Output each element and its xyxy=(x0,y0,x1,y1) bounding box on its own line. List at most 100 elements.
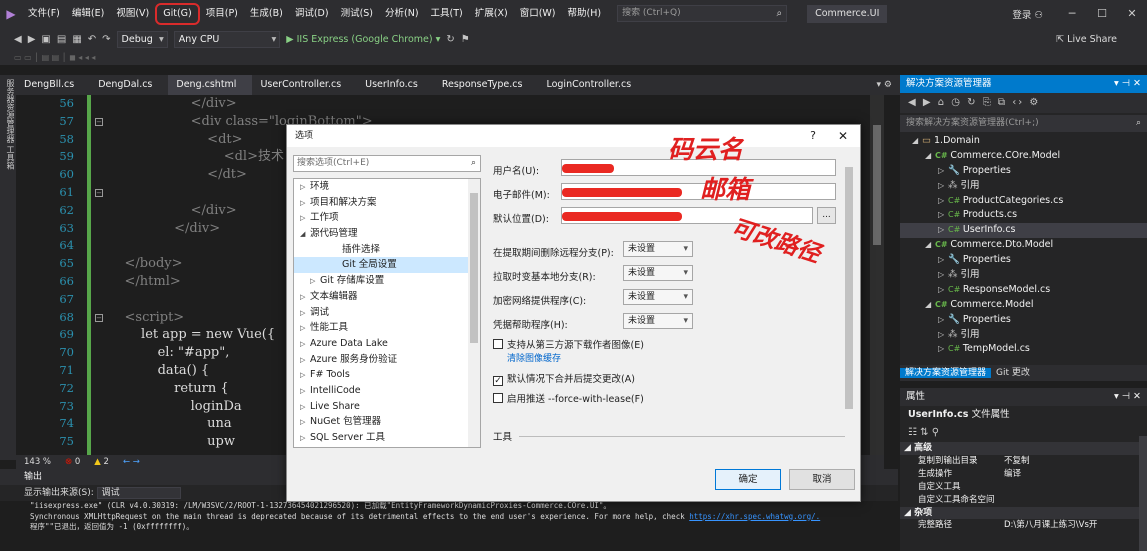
redo-icon[interactable]: ↷ xyxy=(102,34,110,45)
menu-item[interactable]: 调试(D) xyxy=(289,0,335,27)
refresh-icon[interactable]: ↻ xyxy=(446,34,454,45)
properties-object[interactable]: UserInfo.cs 文件属性 xyxy=(900,406,1147,424)
property-value[interactable] xyxy=(1000,481,1147,494)
expand-arrow-icon[interactable]: ▷ xyxy=(938,194,948,209)
options-tree-item[interactable]: ▷ 文本编辑器 xyxy=(294,289,480,305)
nav-arrows-icon[interactable]: ← → xyxy=(123,457,140,467)
fold-toggle-icon[interactable]: − xyxy=(95,313,103,322)
checkbox-force-with-lease[interactable]: 启用推送 --force-with-lease(F) xyxy=(493,391,644,405)
expand-arrow-icon[interactable]: ▷ xyxy=(300,431,310,447)
options-tree-item[interactable]: ◢ 源代码管理 xyxy=(294,226,480,242)
expand-arrow-icon[interactable]: ▷ xyxy=(300,180,310,196)
options-tree-item[interactable]: ▷ 性能工具 xyxy=(294,320,480,336)
checkbox-icon[interactable] xyxy=(493,339,503,349)
tree-item[interactable]: ▷ C# Products.cs xyxy=(900,208,1147,223)
property-value[interactable]: D:\第八月课上练习\Vs开 xyxy=(1000,519,1147,532)
tree-item[interactable]: ▷ 🔧 Properties xyxy=(900,253,1147,268)
help-button[interactable]: ? xyxy=(810,125,816,147)
left-tool-strip[interactable]: 服务器资源管理器 工具箱 xyxy=(0,75,16,460)
close-icon[interactable]: ✕ xyxy=(838,125,848,147)
menu-item[interactable]: 帮助(H) xyxy=(562,0,608,27)
code-line[interactable]: </div> xyxy=(108,95,884,113)
menu-item[interactable]: 窗口(W) xyxy=(514,0,562,27)
property-value[interactable]: 不复制 xyxy=(1000,455,1147,468)
options-search-input[interactable]: 搜索选项(Ctrl+E) ⌕ xyxy=(293,155,481,172)
expand-arrow-icon[interactable]: ▷ xyxy=(300,368,310,384)
menu-item[interactable]: 生成(B) xyxy=(244,0,289,27)
options-tree-item[interactable]: ▷ SQL Server 工具 xyxy=(294,430,480,446)
select-dropdown[interactable]: 未设置 xyxy=(623,313,693,329)
tree-item[interactable]: ▷ 🔧 Properties xyxy=(900,313,1147,328)
expand-arrow-icon[interactable]: ▷ xyxy=(300,384,310,400)
checkbox-icon[interactable] xyxy=(493,393,503,403)
property-row[interactable]: 完整路径 D:\第八月课上练习\Vs开 xyxy=(900,519,1147,532)
expand-arrow-icon[interactable]: ▷ xyxy=(300,306,310,322)
open-icon[interactable]: ▤ xyxy=(57,34,66,45)
expand-arrow-icon[interactable]: ◢ xyxy=(912,134,922,149)
expand-arrow-icon[interactable]: ◢ xyxy=(300,227,310,243)
menu-item[interactable]: 项目(P) xyxy=(200,0,244,27)
tree-item[interactable]: ◢ C# Commerce.Model xyxy=(900,298,1147,313)
live-share-button[interactable]: ⇱ Live Share xyxy=(1056,34,1147,45)
tree-item[interactable]: ▷ C# TempModel.cs xyxy=(900,342,1147,357)
property-value[interactable] xyxy=(1000,494,1147,507)
expand-arrow-icon[interactable]: ▷ xyxy=(300,337,310,353)
checkbox-icon[interactable]: ✓ xyxy=(493,376,503,386)
clear-cache-link[interactable]: 清除图像缓存 xyxy=(507,351,561,364)
tree-item[interactable]: ◢ C# Commerce.Dto.Model xyxy=(900,238,1147,253)
expand-arrow-icon[interactable]: ▷ xyxy=(938,208,948,223)
property-row[interactable]: 自定义工具 xyxy=(900,481,1147,494)
tree-item[interactable]: ▷ C# UserInfo.cs xyxy=(900,223,1147,239)
run-button[interactable]: ▶ IIS Express (Google Chrome) ▾ xyxy=(286,34,440,45)
undo-icon[interactable]: ↶ xyxy=(88,34,96,45)
checkbox-commit-after-merge[interactable]: ✓ 默认情况下合并后提交更改(A) xyxy=(493,371,635,386)
tab-solution-explorer[interactable]: 解决方案资源管理器 xyxy=(900,368,992,378)
solution-toolbar[interactable]: ◀ ▶ ⌂ ◷ ↻ ⎘ ⧉ ‹› ⚙ xyxy=(900,93,1147,113)
tree-item[interactable]: ▷ C# ProductCategories.cs xyxy=(900,194,1147,209)
save-all-icon[interactable]: ▦ xyxy=(72,34,81,45)
expand-arrow-icon[interactable]: ▷ xyxy=(300,321,310,337)
property-row[interactable]: 自定义工具命名空间 xyxy=(900,494,1147,507)
close-window-icon[interactable]: ✕ xyxy=(1117,7,1147,20)
expand-arrow-icon[interactable]: ◢ xyxy=(925,298,935,313)
options-tree-item[interactable]: ▷ NuGet 包管理器 xyxy=(294,414,480,430)
new-project-icon[interactable]: ▣ xyxy=(41,34,50,45)
tab-0[interactable]: DengBll.cs xyxy=(16,75,90,95)
editor-scrollbar[interactable] xyxy=(870,95,884,455)
zoom-level[interactable]: 143 % xyxy=(24,457,51,467)
settings-scrollbar[interactable] xyxy=(843,153,855,409)
menu-item[interactable]: 视图(V) xyxy=(110,0,155,27)
tab-6[interactable]: LoginController.cs xyxy=(538,75,647,95)
expand-arrow-icon[interactable]: ▷ xyxy=(300,415,310,431)
forward-icon[interactable]: ▶ xyxy=(28,34,36,45)
ok-button[interactable]: 确定 xyxy=(715,469,781,490)
menu-item[interactable]: 文件(F) xyxy=(22,0,66,27)
tree-item[interactable]: ◢ ▭ 1.Domain xyxy=(900,134,1147,149)
error-count[interactable]: ⊗ 0 xyxy=(65,457,80,467)
menu-item[interactable]: 编辑(E) xyxy=(66,0,110,27)
options-tree-item[interactable]: 插件选择 xyxy=(294,242,480,258)
expand-arrow-icon[interactable]: ▷ xyxy=(938,328,948,343)
cancel-button[interactable]: 取消 xyxy=(789,469,855,490)
tree-item[interactable]: ◢ C# Commerce.COre.Model xyxy=(900,149,1147,164)
solution-search-input[interactable]: 搜索解决方案资源管理器(Ctrl+;) ⌕ xyxy=(900,115,1147,132)
tab-git-changes[interactable]: Git 更改 xyxy=(991,368,1035,378)
expand-arrow-icon[interactable]: ◢ xyxy=(925,238,935,253)
vs-logo-icon[interactable]: ▶ xyxy=(0,0,22,27)
options-tree-item[interactable]: Git 全局设置 xyxy=(294,257,480,274)
property-row[interactable]: 生成操作 编译 xyxy=(900,468,1147,481)
menu-item[interactable]: 测试(S) xyxy=(335,0,379,27)
options-tree-item[interactable]: ▷ Azure 服务身份验证 xyxy=(294,352,480,368)
expand-arrow-icon[interactable]: ▷ xyxy=(300,290,310,306)
options-tree-item[interactable]: ▷ 工作项 xyxy=(294,210,480,226)
tab-1[interactable]: DengDal.cs xyxy=(90,75,168,95)
menu-item[interactable]: 分析(N) xyxy=(379,0,425,27)
output-source-dropdown[interactable]: 调试 xyxy=(96,487,181,499)
properties-category[interactable]: ◢ 高级 xyxy=(900,442,1147,455)
platform-dropdown[interactable]: Any CPU xyxy=(173,30,281,48)
expand-arrow-icon[interactable]: ▷ xyxy=(300,211,310,227)
config-dropdown[interactable]: Debug xyxy=(116,30,168,48)
options-tree-item[interactable]: ▷ Azure Data Lake xyxy=(294,336,480,352)
expand-arrow-icon[interactable]: ▷ xyxy=(310,274,320,290)
tree-item[interactable]: ▷ ⁂ 引用 xyxy=(900,268,1147,283)
